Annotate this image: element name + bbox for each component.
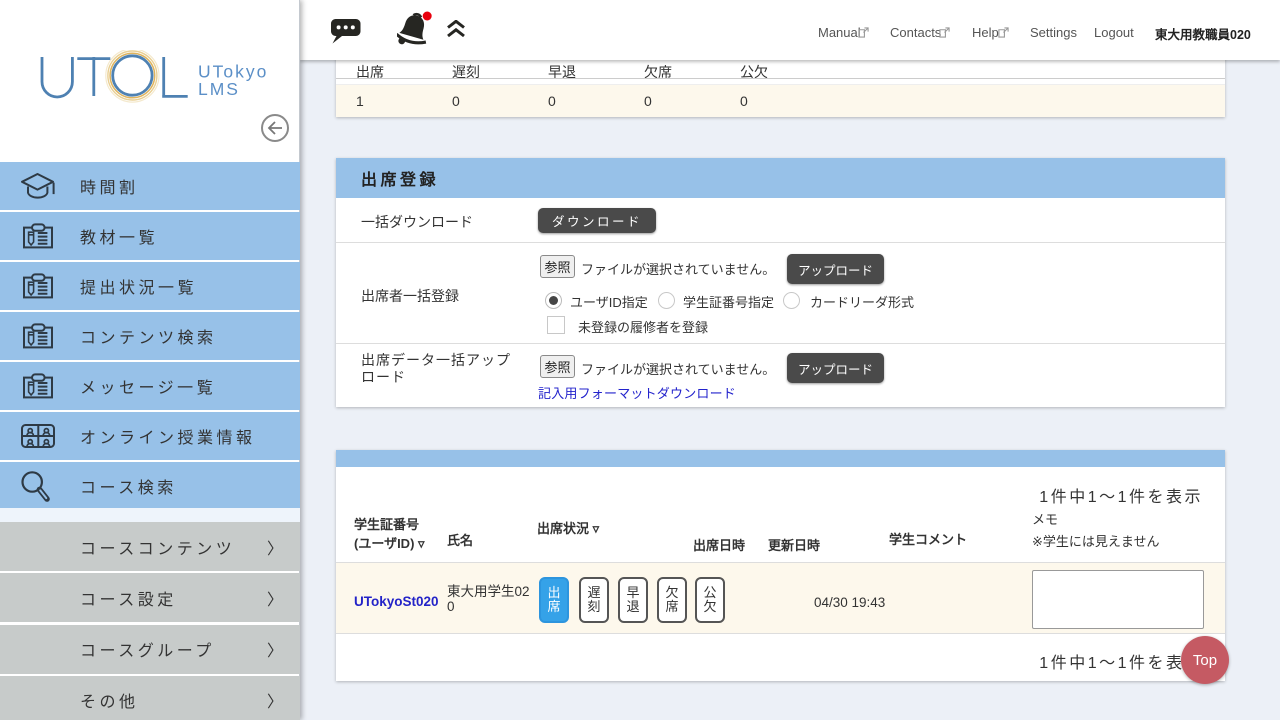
svg-text:LMS: LMS [198,79,240,99]
